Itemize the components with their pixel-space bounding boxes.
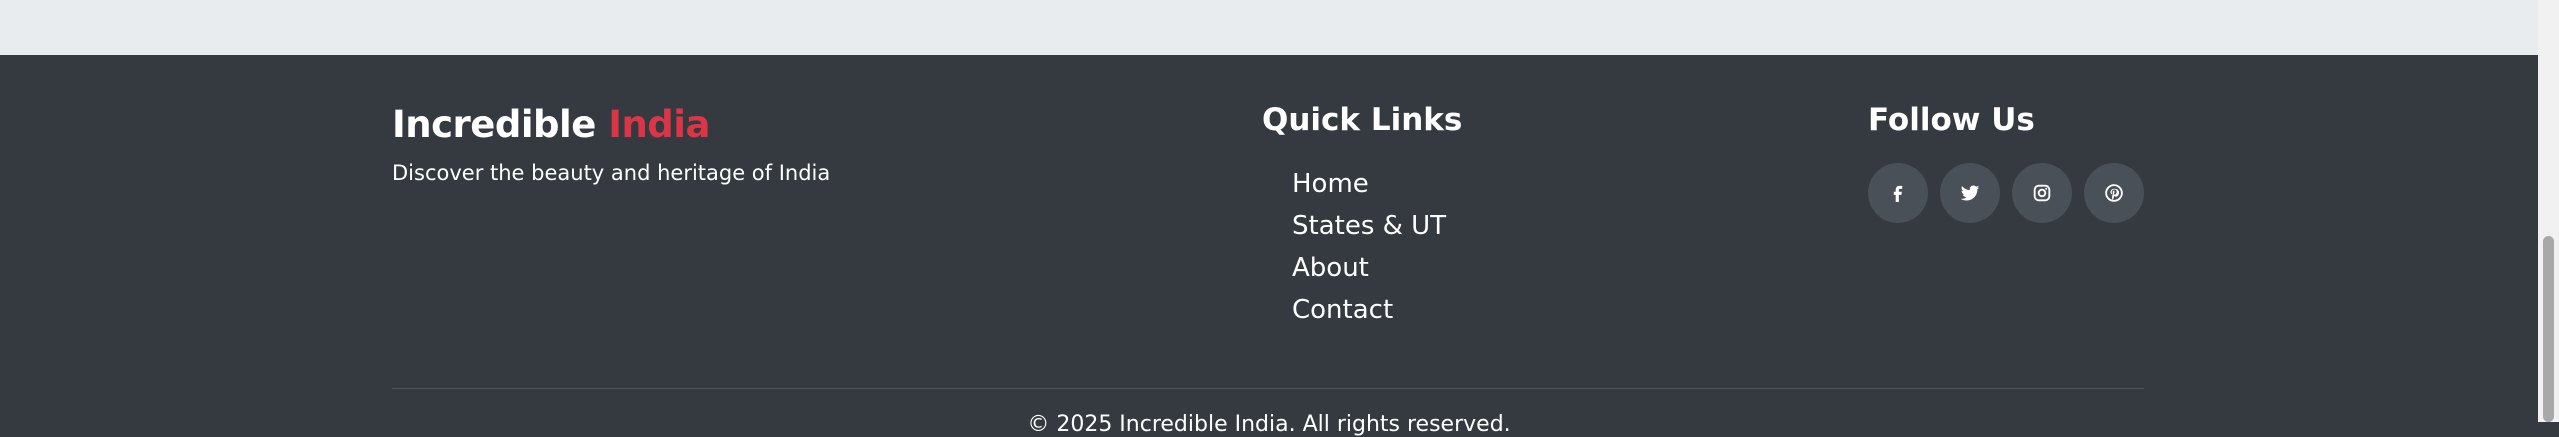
- instagram-button[interactable]: [2012, 163, 2072, 223]
- vertical-scrollbar[interactable]: [2538, 0, 2559, 422]
- footer-divider: [392, 388, 2144, 389]
- instagram-icon: [2033, 184, 2051, 202]
- quick-link-item: Home: [1292, 163, 1446, 205]
- quick-links-heading: Quick Links: [1262, 102, 1463, 138]
- footer-link-states-ut[interactable]: States & UT: [1292, 211, 1446, 241]
- footer-link-home[interactable]: Home: [1292, 169, 1369, 199]
- quick-link-item: Contact: [1292, 289, 1446, 331]
- twitter-icon: [1960, 185, 1980, 201]
- page-content-area: [0, 0, 2538, 55]
- social-links: [1868, 163, 2144, 223]
- footer-tagline: Discover the beauty and heritage of Indi…: [392, 161, 831, 185]
- footer-link-about[interactable]: About: [1292, 253, 1369, 283]
- brand-name-accent: India: [608, 103, 710, 146]
- quick-links-list: Home States & UT About Contact: [1292, 163, 1446, 331]
- quick-link-item: States & UT: [1292, 205, 1446, 247]
- pinterest-button[interactable]: [2084, 163, 2144, 223]
- twitter-button[interactable]: [1940, 163, 2000, 223]
- facebook-icon: [1893, 185, 1903, 202]
- brand-name: Incredible: [392, 103, 596, 146]
- quick-link-item: About: [1292, 247, 1446, 289]
- pinterest-icon: [2105, 184, 2123, 202]
- footer-brand: Incredible India: [392, 103, 710, 146]
- follow-us-heading: Follow Us: [1868, 102, 2035, 138]
- site-footer: Incredible India Discover the beauty and…: [0, 55, 2538, 437]
- facebook-button[interactable]: [1868, 163, 1928, 223]
- footer-link-contact[interactable]: Contact: [1292, 295, 1393, 325]
- copyright-text: © 2025 Incredible India. All rights rese…: [1027, 412, 1511, 437]
- scrollbar-thumb[interactable]: [2543, 236, 2554, 422]
